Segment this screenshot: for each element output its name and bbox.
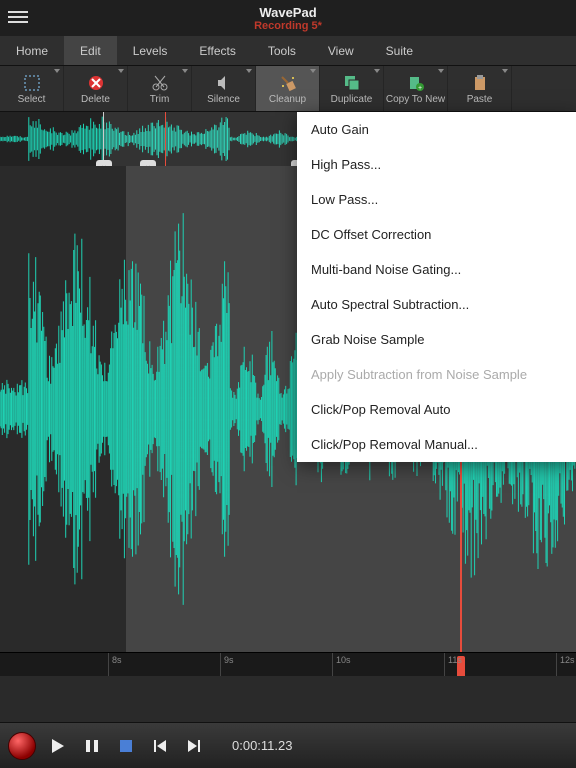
tool-label: Paste (467, 94, 493, 105)
stop-button[interactable] (114, 734, 138, 758)
next-button[interactable] (182, 734, 206, 758)
chevron-down-icon (54, 69, 60, 73)
tool-select[interactable]: Select (0, 66, 64, 111)
delete-icon (87, 73, 105, 93)
tool-label: Cleanup (269, 94, 306, 105)
tab-effects[interactable]: Effects (183, 36, 251, 65)
record-button[interactable] (8, 732, 36, 760)
cleanup-menu: Auto GainHigh Pass...Low Pass...DC Offse… (297, 112, 576, 462)
svg-text:+: + (417, 85, 421, 92)
overview-selection[interactable]: ↔ ↔ (103, 112, 300, 166)
prev-button[interactable] (148, 734, 172, 758)
ruler-tick: 12s (556, 653, 575, 676)
duplicate-icon (343, 73, 361, 93)
tool-label: Duplicate (331, 94, 373, 105)
silence-icon (215, 73, 233, 93)
tab-strip: HomeEditLevelsEffectsToolsViewSuite (0, 36, 576, 66)
tool-label: Copy To New (386, 94, 445, 105)
menu-item-click-pop-removal-manual-[interactable]: Click/Pop Removal Manual... (297, 427, 576, 462)
title-block: WavePad Recording 5* (254, 5, 322, 32)
toolbar: Select Delete Trim Silence Cleanup Duplicate +… (0, 66, 576, 112)
tool-label: Trim (150, 94, 170, 105)
chevron-down-icon (502, 69, 508, 73)
menu-item-grab-noise-sample[interactable]: Grab Noise Sample (297, 322, 576, 357)
tool-duplicate[interactable]: Duplicate (320, 66, 384, 111)
menu-item-multi-band-noise-gating-[interactable]: Multi-band Noise Gating... (297, 252, 576, 287)
timecode: 0:00:11.23 (232, 738, 292, 753)
overview-playhead (165, 112, 166, 166)
tool-copy-to-new[interactable]: + Copy To New (384, 66, 448, 111)
chevron-down-icon (246, 69, 252, 73)
tool-delete[interactable]: Delete (64, 66, 128, 111)
menu-item-auto-gain[interactable]: Auto Gain (297, 112, 576, 147)
tool-trim[interactable]: Trim (128, 66, 192, 111)
tool-cleanup[interactable]: Cleanup (256, 66, 320, 111)
chevron-down-icon (374, 69, 380, 73)
cleanup-icon (279, 73, 297, 93)
trim-icon (151, 73, 169, 93)
menu-item-auto-spectral-subtraction-[interactable]: Auto Spectral Subtraction... (297, 287, 576, 322)
menu-item-low-pass-[interactable]: Low Pass... (297, 182, 576, 217)
menu-icon[interactable] (8, 8, 28, 28)
app-title: WavePad (254, 5, 322, 20)
tool-label: Delete (81, 94, 110, 105)
ruler-tick: 10s (332, 653, 351, 676)
paste-icon (471, 73, 489, 93)
tool-silence[interactable]: Silence (192, 66, 256, 111)
tab-levels[interactable]: Levels (117, 36, 184, 65)
tool-paste[interactable]: Paste (448, 66, 512, 111)
ruler-tick: 9s (220, 653, 234, 676)
tab-view[interactable]: View (312, 36, 370, 65)
transport-bar: 0:00:11.23 (0, 722, 576, 768)
tool-label: Select (18, 94, 46, 105)
menu-item-high-pass-[interactable]: High Pass... (297, 147, 576, 182)
chevron-down-icon (118, 69, 124, 73)
tab-tools[interactable]: Tools (252, 36, 312, 65)
menu-item-dc-offset-correction[interactable]: DC Offset Correction (297, 217, 576, 252)
menu-item-click-pop-removal-auto[interactable]: Click/Pop Removal Auto (297, 392, 576, 427)
document-title: Recording 5* (254, 20, 322, 32)
chevron-down-icon (310, 69, 316, 73)
time-ruler[interactable]: 8s 9s 10s 11s 12s (0, 652, 576, 676)
menu-item-apply-subtraction-from-noise-sample: Apply Subtraction from Noise Sample (297, 357, 576, 392)
chevron-down-icon (182, 69, 188, 73)
pause-button[interactable] (80, 734, 104, 758)
chevron-down-icon (438, 69, 444, 73)
select-icon (23, 73, 41, 93)
ruler-tick: 8s (108, 653, 122, 676)
ruler-tick: 11s (444, 653, 462, 676)
play-button[interactable] (46, 734, 70, 758)
tab-home[interactable]: Home (0, 36, 64, 65)
tool-label: Silence (207, 94, 240, 105)
copynew-icon: + (407, 73, 425, 93)
tab-suite[interactable]: Suite (370, 36, 429, 65)
tab-edit[interactable]: Edit (64, 36, 117, 65)
